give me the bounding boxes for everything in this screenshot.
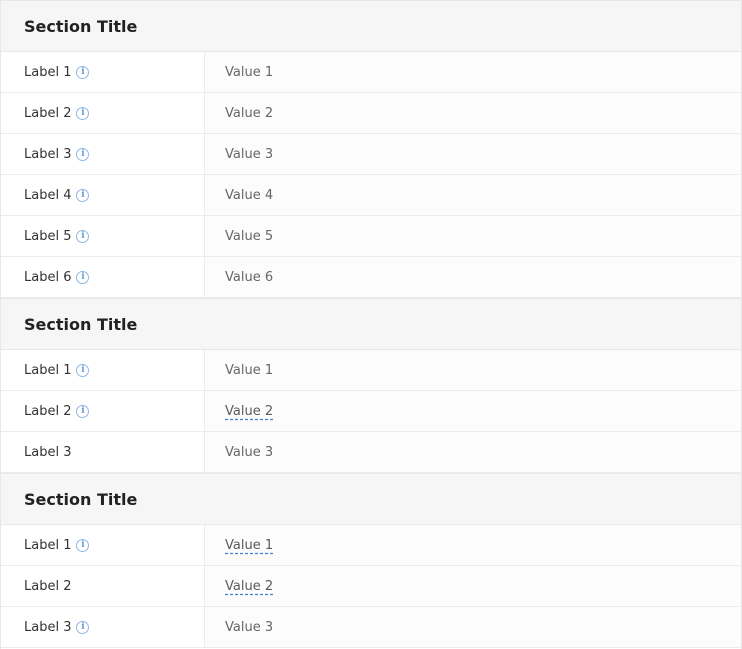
spec-label-text: Label 5	[24, 228, 72, 244]
info-icon[interactable]: i	[76, 147, 90, 161]
section-header: Section Title	[1, 473, 741, 525]
spec-label-text: Label 6	[24, 269, 72, 285]
spec-value: Value 3	[205, 134, 741, 174]
spec-row: Label 2 Value 2	[1, 566, 741, 607]
spec-value-text: Value 1	[225, 362, 274, 378]
spec-label-text: Label 3	[24, 444, 72, 460]
spec-value: Value 1	[205, 350, 741, 390]
spec-label-text: Label 1	[24, 537, 72, 553]
spec-value-link[interactable]: Value 2	[205, 391, 741, 431]
spec-value-text: Value 3	[225, 146, 274, 162]
info-icon[interactable]: i	[76, 188, 90, 202]
spec-label: Label 1 i	[1, 350, 205, 390]
spec-label: Label 5 i	[1, 216, 205, 256]
info-icon[interactable]: i	[76, 106, 90, 120]
spec-value-text: Value 4	[225, 187, 274, 203]
spec-label: Label 1 i	[1, 52, 205, 92]
spec-label-text: Label 2	[24, 578, 72, 594]
spec-label: Label 3 i	[1, 607, 205, 647]
spec-value: Value 3	[205, 432, 741, 472]
spec-value-link[interactable]: Value 1	[205, 525, 741, 565]
spec-value: Value 5	[205, 216, 741, 256]
spec-value-text: Value 1	[225, 64, 274, 80]
info-icon[interactable]: i	[76, 404, 90, 418]
spec-label: Label 2	[1, 566, 205, 606]
spec-label-text: Label 1	[24, 64, 72, 80]
spec-row: Label 3 i Value 3	[1, 134, 741, 175]
spec-value-link-text[interactable]: Value 2	[225, 404, 741, 419]
spec-label-text: Label 2	[24, 403, 72, 419]
spec-label-text: Label 3	[24, 619, 72, 635]
spec-value-text: Value 3	[225, 619, 274, 635]
spec-label: Label 2 i	[1, 391, 205, 431]
spec-label: Label 3 i	[1, 134, 205, 174]
spec-value: Value 3	[205, 607, 741, 647]
spec-value-link-text[interactable]: Value 1	[225, 538, 741, 553]
section-header: Section Title	[1, 0, 741, 52]
spec-value-link-text[interactable]: Value 2	[225, 579, 741, 594]
spec-value: Value 1	[205, 52, 741, 92]
spec-row: Label 5 i Value 5	[1, 216, 741, 257]
spec-value-text: Value 6	[225, 269, 274, 285]
spec-row: Label 6 i Value 6	[1, 257, 741, 298]
spec-value: Value 4	[205, 175, 741, 215]
spec-label: Label 6 i	[1, 257, 205, 297]
spec-label-text: Label 2	[24, 105, 72, 121]
spec-row: Label 3 Value 3	[1, 432, 741, 473]
spec-row: Label 1 i Value 1	[1, 525, 741, 566]
section-header: Section Title	[1, 298, 741, 350]
spec-label-text: Label 3	[24, 146, 72, 162]
spec-value-text: Value 5	[225, 228, 274, 244]
spec-value-text: Value 3	[225, 444, 274, 460]
spec-value-link[interactable]: Value 2	[205, 566, 741, 606]
spec-value: Value 6	[205, 257, 741, 297]
spec-label-text: Label 4	[24, 187, 72, 203]
spec-row: Label 2 i Value 2	[1, 93, 741, 134]
spec-label: Label 2 i	[1, 93, 205, 133]
info-icon[interactable]: i	[76, 620, 90, 634]
spec-row: Label 1 i Value 1	[1, 350, 741, 391]
info-icon[interactable]: i	[76, 363, 90, 377]
spec-row: Label 3 i Value 3	[1, 607, 741, 648]
info-icon[interactable]: i	[76, 270, 90, 284]
spec-label: Label 1 i	[1, 525, 205, 565]
spec-label: Label 3	[1, 432, 205, 472]
spec-value-text: Value 2	[225, 105, 274, 121]
spec-value: Value 2	[205, 93, 741, 133]
info-icon[interactable]: i	[76, 229, 90, 243]
spec-table: Section Title Label 1 i Value 1 Label 2 i Valu…	[0, 0, 742, 649]
info-icon[interactable]: i	[76, 538, 90, 552]
spec-row: Label 2 i Value 2	[1, 391, 741, 432]
spec-label: Label 4 i	[1, 175, 205, 215]
spec-label-text: Label 1	[24, 362, 72, 378]
spec-row: Label 4 i Value 4	[1, 175, 741, 216]
spec-row: Label 1 i Value 1	[1, 52, 741, 93]
info-icon[interactable]: i	[76, 65, 90, 79]
